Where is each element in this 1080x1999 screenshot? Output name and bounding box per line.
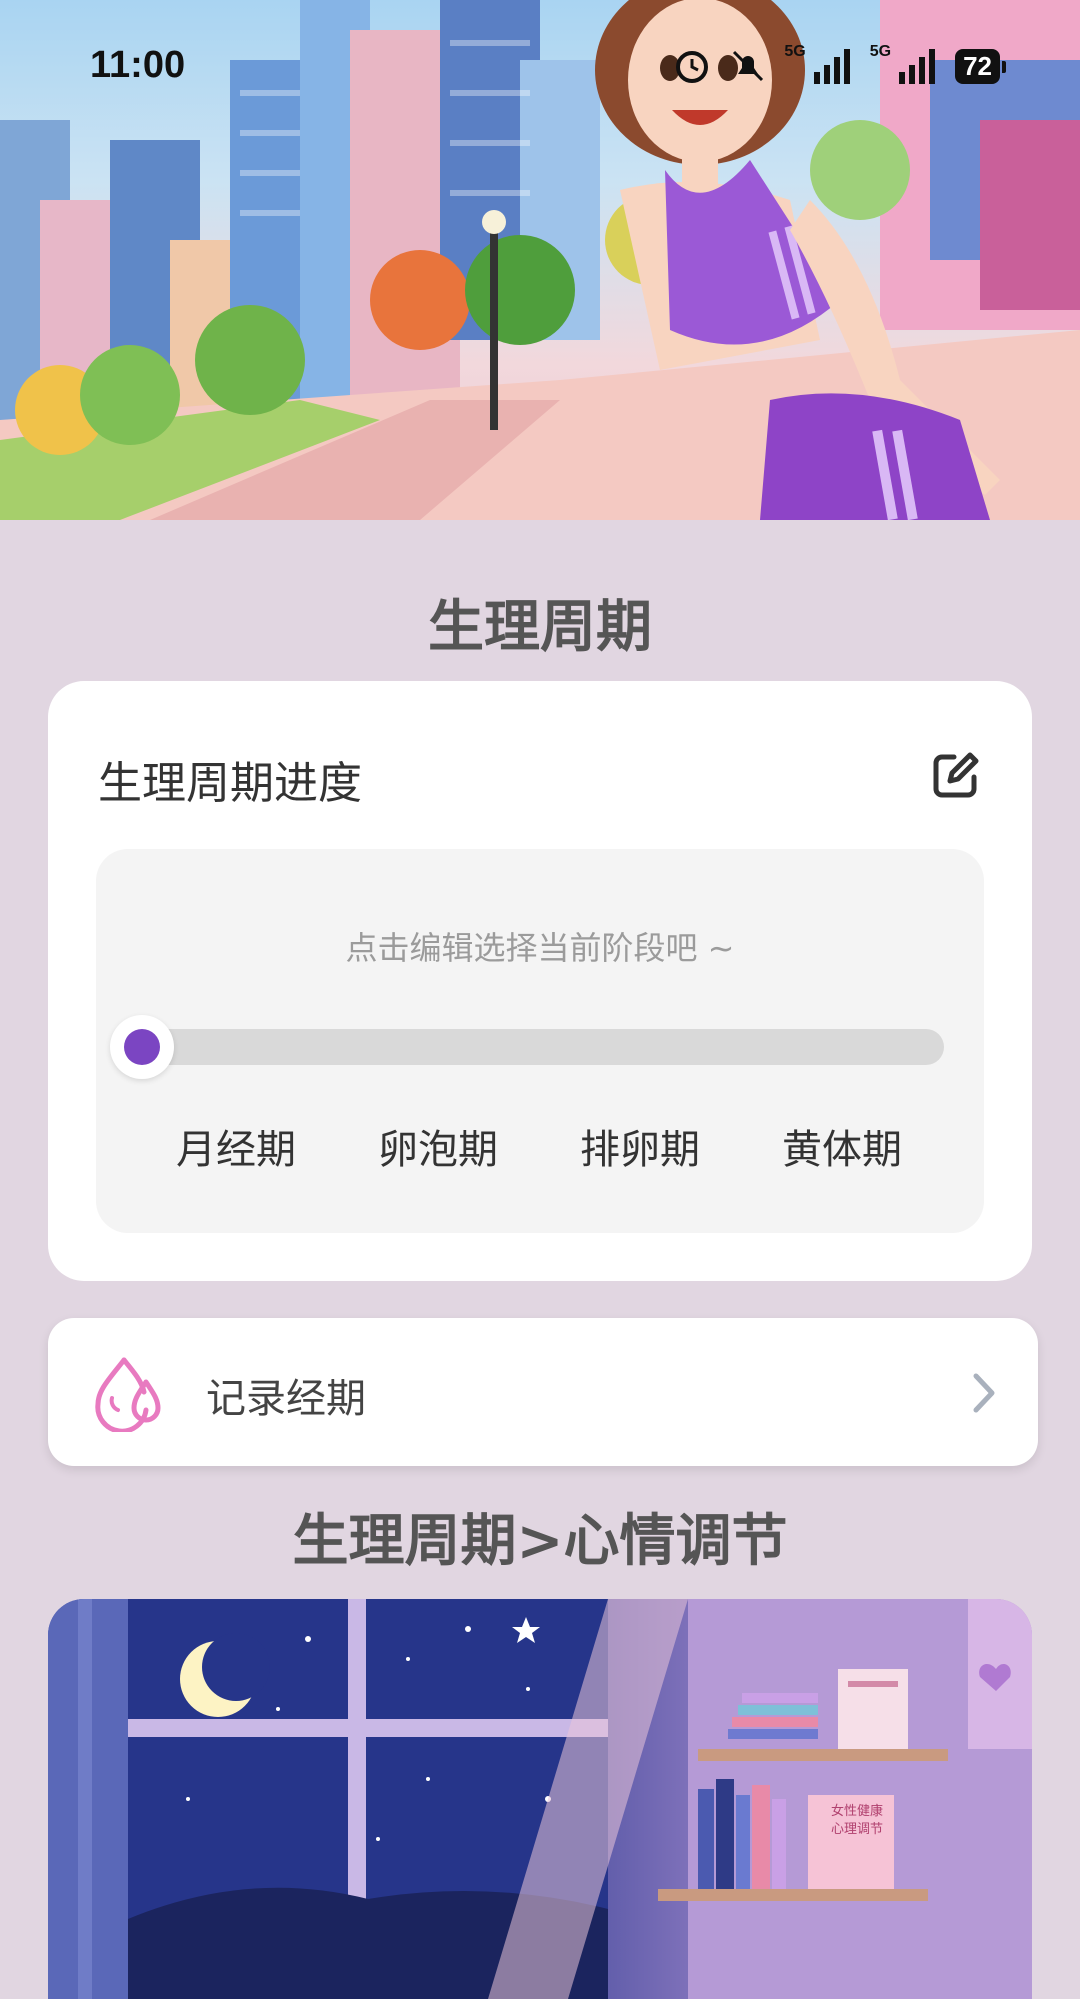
card-title: 生理周期进度 <box>98 758 362 809</box>
page-title: 生理周期 <box>428 595 652 660</box>
record-period-label: 记录经期 <box>206 1376 366 1422</box>
phase-ovulation[interactable]: 排卵期 <box>560 1117 720 1175</box>
book-title-line2: 心理调节 <box>830 1822 883 1837</box>
mood-illustration[interactable]: 女性健康 心理调节 <box>48 1599 1032 1999</box>
status-time: 11:00 <box>90 44 186 86</box>
cycle-progress-card: 生理周期进度 点击编辑选择当前阶段吧 ~ 月经期 卵泡期 排卵期 黄体期 <box>48 681 1032 1281</box>
phase-hint: 点击编辑选择当前阶段吧 ~ <box>345 929 735 967</box>
book-title-line1: 女性健康 <box>830 1804 883 1819</box>
battery-indicator: 72 <box>955 48 1006 84</box>
phase-menstrual[interactable]: 月经期 <box>156 1117 316 1175</box>
mute-bell-icon <box>733 50 764 82</box>
edit-icon[interactable] <box>932 751 980 799</box>
night-room-image <box>48 1599 1032 1999</box>
status-icons: 5G 5G 72 <box>672 43 1006 86</box>
phase-luteal[interactable]: 黄体期 <box>762 1117 922 1175</box>
network-type-2: 5G <box>869 43 892 60</box>
phase-track[interactable] <box>146 1029 944 1065</box>
signal-icon-2 <box>899 49 936 84</box>
signal-icon <box>813 49 850 84</box>
phase-labels: 月经期 卵泡期 排卵期 黄体期 <box>96 1117 984 1177</box>
network-type-1: 5G <box>784 43 806 60</box>
drop-icon <box>95 1357 161 1432</box>
alarm-icon <box>676 51 709 83</box>
book-cover-text: 女性健康 心理调节 <box>822 1803 892 1839</box>
mood-section-title: 生理周期>心情调节 <box>292 1509 788 1574</box>
record-period-row[interactable]: 记录经期 <box>48 1318 1038 1466</box>
phase-selector[interactable]: 点击编辑选择当前阶段吧 ~ 月经期 卵泡期 排卵期 黄体期 <box>96 849 984 1233</box>
chevron-right-icon <box>973 1373 995 1413</box>
phase-slider-thumb[interactable] <box>110 1015 174 1079</box>
phase-follicular[interactable]: 卵泡期 <box>358 1117 518 1175</box>
